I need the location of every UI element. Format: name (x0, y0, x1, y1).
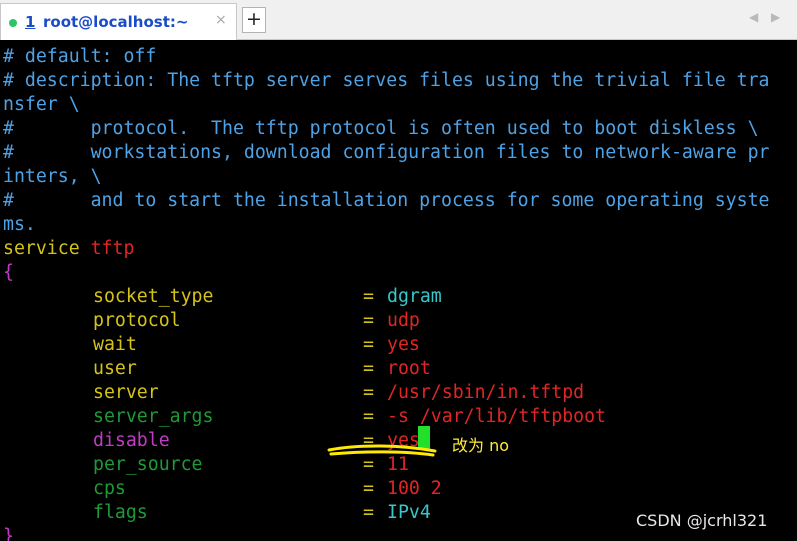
config-equals: = (363, 334, 374, 355)
tab-bar: 1 root@localhost:~ × + ◀ ▶ (0, 0, 797, 40)
watermark: CSDN @jcrhl321 (636, 511, 768, 530)
new-tab-button[interactable]: + (242, 7, 266, 33)
config-key: wait (93, 334, 137, 355)
close-brace: } (3, 526, 14, 541)
close-tab-icon[interactable]: × (215, 12, 227, 28)
terminal-line: nsfer \ (3, 94, 80, 115)
config-key: disable (93, 430, 170, 451)
terminal-line: # and to start the installation process … (3, 190, 770, 211)
underline-annotation (327, 444, 437, 457)
tab-title: root@localhost:~ (43, 13, 189, 31)
config-key: per_source (93, 454, 203, 475)
service-keyword: service (3, 238, 80, 259)
config-equals: = (363, 502, 374, 523)
terminal-line: # default: off (3, 46, 157, 67)
config-value: 100 2 (387, 478, 442, 499)
config-equals: = (363, 310, 374, 331)
service-declaration: service tftp (3, 237, 134, 261)
config-key: flags (93, 502, 148, 523)
scroll-tabs-left-icon[interactable]: ◀ (749, 10, 758, 24)
config-value: yes (387, 334, 420, 355)
config-key: server (93, 382, 159, 403)
config-key: socket_type (93, 286, 214, 307)
config-equals: = (363, 358, 374, 379)
scroll-tabs-right-icon[interactable]: ▶ (771, 10, 780, 24)
config-equals: = (363, 406, 374, 427)
tab-root-localhost[interactable]: 1 root@localhost:~ × (0, 3, 237, 40)
config-key: protocol (93, 310, 181, 331)
terminal-screen[interactable]: # default: off # description: The tftp s… (0, 40, 797, 541)
service-name: tftp (90, 238, 135, 259)
connection-status-icon (9, 19, 17, 27)
terminal-line: # protocol. The tftp protocol is often u… (3, 118, 759, 139)
config-equals: = (363, 478, 374, 499)
config-key: user (93, 358, 137, 379)
config-equals: = (363, 286, 374, 307)
annotation-note: 改为 no (452, 436, 510, 455)
terminal-line: inters, \ (3, 166, 102, 187)
terminal-line: ms. (3, 214, 36, 235)
config-key: cps (93, 478, 126, 499)
config-key: server_args (93, 406, 214, 427)
tab-number: 1 (25, 13, 36, 31)
config-value: IPv4 (387, 502, 431, 523)
terminal-line: # workstations, download configuration f… (3, 142, 770, 163)
config-value: /usr/sbin/in.tftpd (387, 382, 585, 403)
config-equals: = (363, 382, 374, 403)
config-value: udp (387, 310, 420, 331)
open-brace: { (3, 262, 14, 283)
config-value: dgram (387, 286, 442, 307)
terminal-line: # description: The tftp server serves fi… (3, 70, 770, 91)
config-value: root (387, 358, 431, 379)
